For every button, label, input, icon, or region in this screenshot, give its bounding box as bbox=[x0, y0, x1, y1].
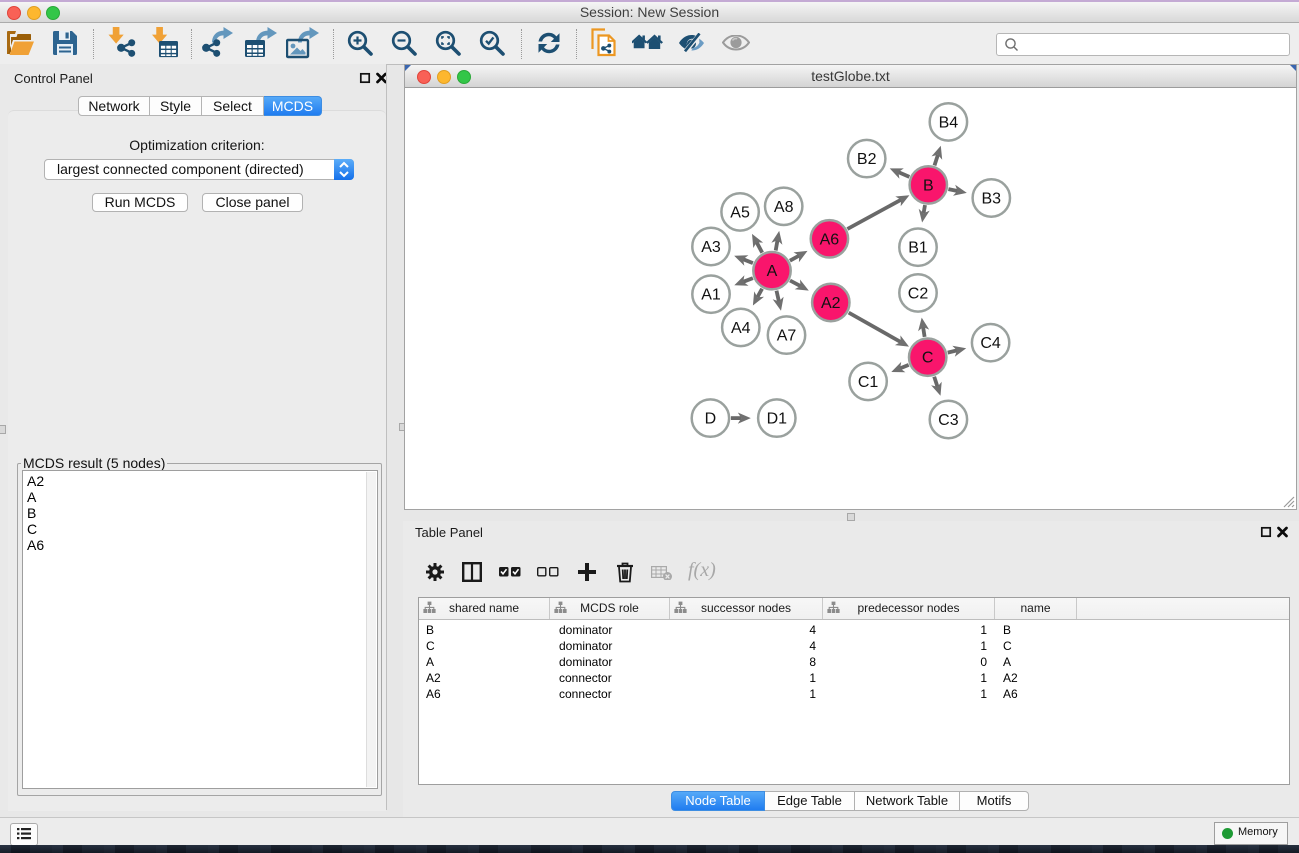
svg-text:A1: A1 bbox=[701, 287, 721, 304]
svg-text:C2: C2 bbox=[908, 285, 929, 302]
svg-text:D1: D1 bbox=[767, 411, 788, 428]
svg-text:C: C bbox=[922, 350, 934, 367]
svg-text:C4: C4 bbox=[980, 335, 1001, 352]
svg-text:A4: A4 bbox=[731, 320, 751, 337]
svg-text:D: D bbox=[705, 411, 717, 428]
svg-text:A6: A6 bbox=[820, 231, 840, 248]
svg-text:A7: A7 bbox=[777, 328, 797, 345]
svg-text:A8: A8 bbox=[774, 199, 794, 216]
svg-text:B: B bbox=[923, 177, 934, 194]
svg-text:B4: B4 bbox=[939, 114, 959, 131]
svg-text:B1: B1 bbox=[908, 240, 928, 257]
svg-text:B3: B3 bbox=[982, 191, 1002, 208]
svg-text:B2: B2 bbox=[857, 151, 877, 168]
svg-text:A2: A2 bbox=[821, 295, 841, 312]
svg-text:C1: C1 bbox=[858, 374, 879, 391]
svg-text:A5: A5 bbox=[730, 204, 750, 221]
svg-text:A3: A3 bbox=[701, 239, 721, 256]
svg-text:A: A bbox=[767, 263, 778, 280]
svg-text:C3: C3 bbox=[938, 412, 959, 429]
